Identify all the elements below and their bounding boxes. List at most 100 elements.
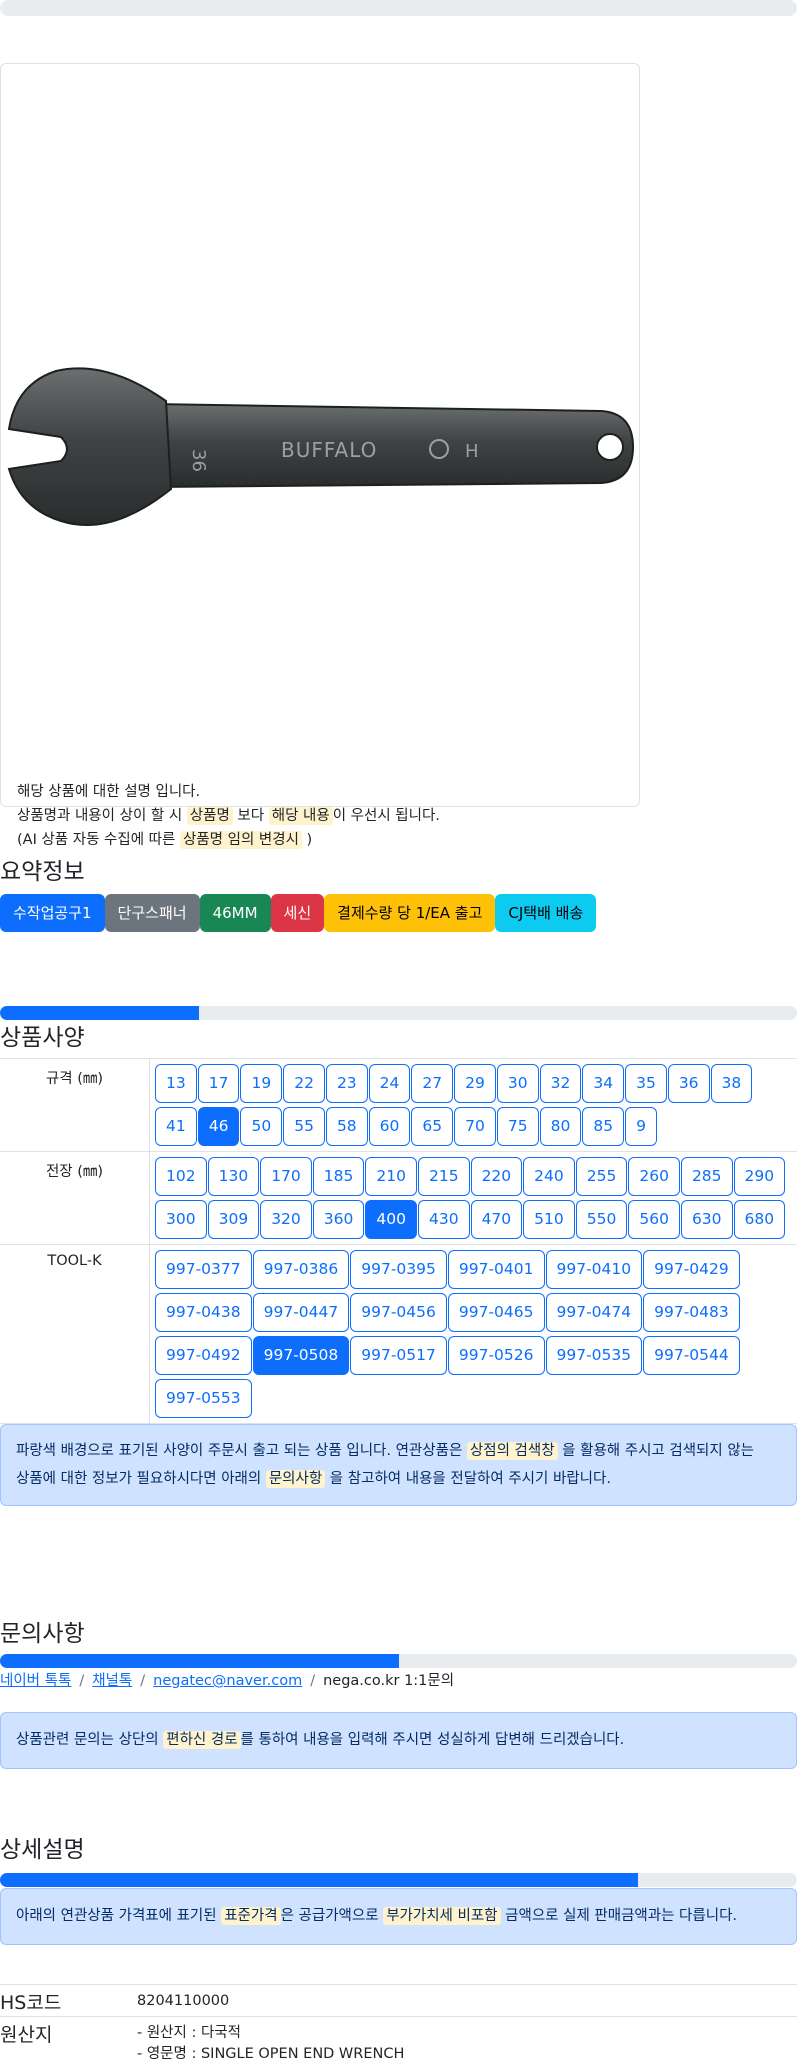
spec-option-button[interactable]: 34 <box>582 1064 625 1103</box>
spec-option-button[interactable]: 360 <box>312 1200 365 1239</box>
highlight: 상점의 검색창 <box>466 1442 558 1460</box>
spec-option-button[interactable]: 997-0447 <box>252 1293 350 1332</box>
spec-option-button[interactable]: 41 <box>155 1107 197 1146</box>
spec-option-button[interactable]: 560 <box>628 1200 680 1239</box>
spec-option-button[interactable]: 17 <box>197 1064 240 1103</box>
notice-text: 아래의 연관상품 가격표에 표기된 <box>16 1908 222 1924</box>
spec-option-button[interactable]: 85 <box>582 1107 625 1146</box>
spec-option-button[interactable]: 65 <box>411 1107 454 1146</box>
naver-talk-link[interactable]: 네이버 톡톡 <box>0 1673 71 1689</box>
spec-option-button[interactable]: 32 <box>539 1064 582 1103</box>
highlight: 상품명 임의 변경시 <box>179 831 302 849</box>
spec-option-button[interactable]: 255 <box>575 1157 628 1196</box>
spec-option-button[interactable]: 210 <box>365 1157 417 1196</box>
desc-text: ) <box>301 832 313 848</box>
spec-option-button[interactable]: 185 <box>312 1157 365 1196</box>
notice-text: 을 참고하여 내용을 전달하여 주시기 바랍니다. <box>325 1471 611 1487</box>
separator: / <box>79 1673 85 1689</box>
spec-option-button[interactable]: 997-0492 <box>155 1336 252 1375</box>
notice-text: 상품관련 문의는 상단의 <box>16 1732 164 1748</box>
spec-option-button[interactable]: 9 <box>625 1107 657 1146</box>
summary-badge: 결제수량 당 1/EA 출고 <box>324 894 496 932</box>
spec-option-button[interactable]: 430 <box>417 1200 470 1239</box>
spec-option-button[interactable]: 997-0377 <box>155 1250 252 1289</box>
spec-option-button[interactable]: 29 <box>454 1064 496 1103</box>
spec-option-button[interactable]: 997-0386 <box>252 1250 350 1289</box>
spec-option-button[interactable]: 997-0544 <box>643 1336 740 1375</box>
engraving-size: 36 <box>188 449 209 472</box>
spec-option-button[interactable]: 680 <box>733 1200 786 1239</box>
spec-option-button[interactable]: 997-0465 <box>447 1293 545 1332</box>
channel-talk-link[interactable]: 채널톡 <box>92 1673 132 1689</box>
spec-option-button[interactable]: 997-0517 <box>350 1336 447 1375</box>
spec-option-button[interactable]: 58 <box>325 1107 368 1146</box>
spec-option-button[interactable]: 260 <box>628 1157 680 1196</box>
spec-option-button[interactable]: 23 <box>325 1064 368 1103</box>
summary-badge: 단구스패너 <box>104 894 200 932</box>
spec-option-button[interactable]: 24 <box>368 1064 411 1103</box>
spec-option-button[interactable]: 997-0553 <box>155 1379 252 1418</box>
spec-option-button[interactable]: 19 <box>240 1064 283 1103</box>
spec-option-button[interactable]: 50 <box>240 1107 283 1146</box>
spec-option-button[interactable]: 997-0429 <box>643 1250 740 1289</box>
spec-option-button[interactable]: 46 <box>197 1107 240 1146</box>
desc-line-1: 해당 상품에 대한 설명 입니다. <box>17 784 201 800</box>
spec-option-button[interactable]: 997-0474 <box>545 1293 643 1332</box>
desc-line-3: (AI 상품 자동 수집에 따른 상품명 임의 변경시 ) <box>17 828 440 852</box>
spec-option-button[interactable]: 997-0438 <box>155 1293 252 1332</box>
spec-options: 997-0377 997-0386 997-0395 997-0401 997-0410… <box>150 1245 797 1423</box>
notice-text: 금액으로 실제 판매금액과는 다릅니다. <box>500 1908 738 1924</box>
spec-option-button[interactable]: 510 <box>523 1200 575 1239</box>
spec-table: 규격 (㎜) 13 17 19 22 23 24 27 29 30 32 34 35 36 38 41 46 50… <box>0 1058 797 1424</box>
spec-option-button[interactable]: 80 <box>539 1107 582 1146</box>
spec-option-button[interactable]: 70 <box>454 1107 496 1146</box>
spec-option-button[interactable]: 22 <box>283 1064 325 1103</box>
summary-badge: 46MM <box>199 894 271 932</box>
spec-row: 전장 (㎜) 102 130 170 185 210 215 220 240 255 260 285 2… <box>0 1151 797 1244</box>
spec-option-button[interactable]: 997-0401 <box>447 1250 545 1289</box>
summary-badge: 수작업공구1 <box>0 894 105 932</box>
spec-option-button[interactable]: 30 <box>496 1064 539 1103</box>
spec-option-button[interactable]: 470 <box>470 1200 523 1239</box>
spec-option-button[interactable]: 630 <box>680 1200 733 1239</box>
spec-option-button[interactable]: 240 <box>523 1157 575 1196</box>
spec-option-button[interactable]: 75 <box>496 1107 539 1146</box>
spec-option-button[interactable]: 35 <box>625 1064 667 1103</box>
spec-option-button[interactable]: 290 <box>733 1157 786 1196</box>
spec-option-button[interactable]: 997-0483 <box>643 1293 740 1332</box>
spec-option-button[interactable]: 220 <box>470 1157 523 1196</box>
spec-notice-line2: 상품에 대한 정보가 필요하시다면 아래의 문의사항 을 참고하여 내용을 전달… <box>16 1465 781 1493</box>
spec-option-button[interactable]: 997-0535 <box>545 1336 643 1375</box>
spec-option-button[interactable]: 285 <box>680 1157 733 1196</box>
spec-option-button[interactable]: 102 <box>155 1157 207 1196</box>
inquiry-progress-fill <box>0 1654 399 1668</box>
spec-option-button[interactable]: 997-0508 <box>252 1336 350 1375</box>
spec-option-button[interactable]: 36 <box>667 1064 710 1103</box>
email-link[interactable]: negatec@naver.com <box>153 1673 302 1689</box>
spec-option-button[interactable]: 997-0395 <box>350 1250 447 1289</box>
spec-option-button[interactable]: 550 <box>575 1200 628 1239</box>
spec-option-button[interactable]: 300 <box>155 1200 207 1239</box>
spec-option-button[interactable]: 27 <box>411 1064 454 1103</box>
engraving-mark: H <box>465 441 479 462</box>
notice-text: 을 활용해 주시고 검색되지 않는 <box>557 1443 755 1459</box>
spec-option-button[interactable]: 170 <box>260 1157 312 1196</box>
spec-option-button[interactable]: 997-0526 <box>447 1336 545 1375</box>
spec-option-button[interactable]: 320 <box>260 1200 312 1239</box>
hs-code-value: 8204110000 <box>137 1993 230 2009</box>
notice-text: 파랑색 배경으로 표기된 사양이 주문시 출고 되는 상품 입니다. 연관상품은 <box>16 1443 467 1459</box>
spec-option-button[interactable]: 400 <box>365 1200 417 1239</box>
spec-option-button[interactable]: 130 <box>207 1157 260 1196</box>
highlight: 상품명 <box>186 807 233 825</box>
spec-option-button[interactable]: 13 <box>155 1064 197 1103</box>
spec-option-button[interactable]: 60 <box>368 1107 411 1146</box>
desc-line-2: 상품명과 내용이 상이 할 시 상품명 보다 해당 내용 이 우선시 됩니다. <box>17 804 440 828</box>
desc-text: (AI 상품 자동 수집에 따른 <box>17 832 180 848</box>
detail-progress-fill <box>0 1873 638 1887</box>
spec-option-button[interactable]: 997-0410 <box>545 1250 643 1289</box>
spec-option-button[interactable]: 215 <box>417 1157 470 1196</box>
spec-option-button[interactable]: 309 <box>207 1200 260 1239</box>
spec-option-button[interactable]: 55 <box>283 1107 325 1146</box>
spec-option-button[interactable]: 38 <box>710 1064 753 1103</box>
spec-option-button[interactable]: 997-0456 <box>350 1293 447 1332</box>
